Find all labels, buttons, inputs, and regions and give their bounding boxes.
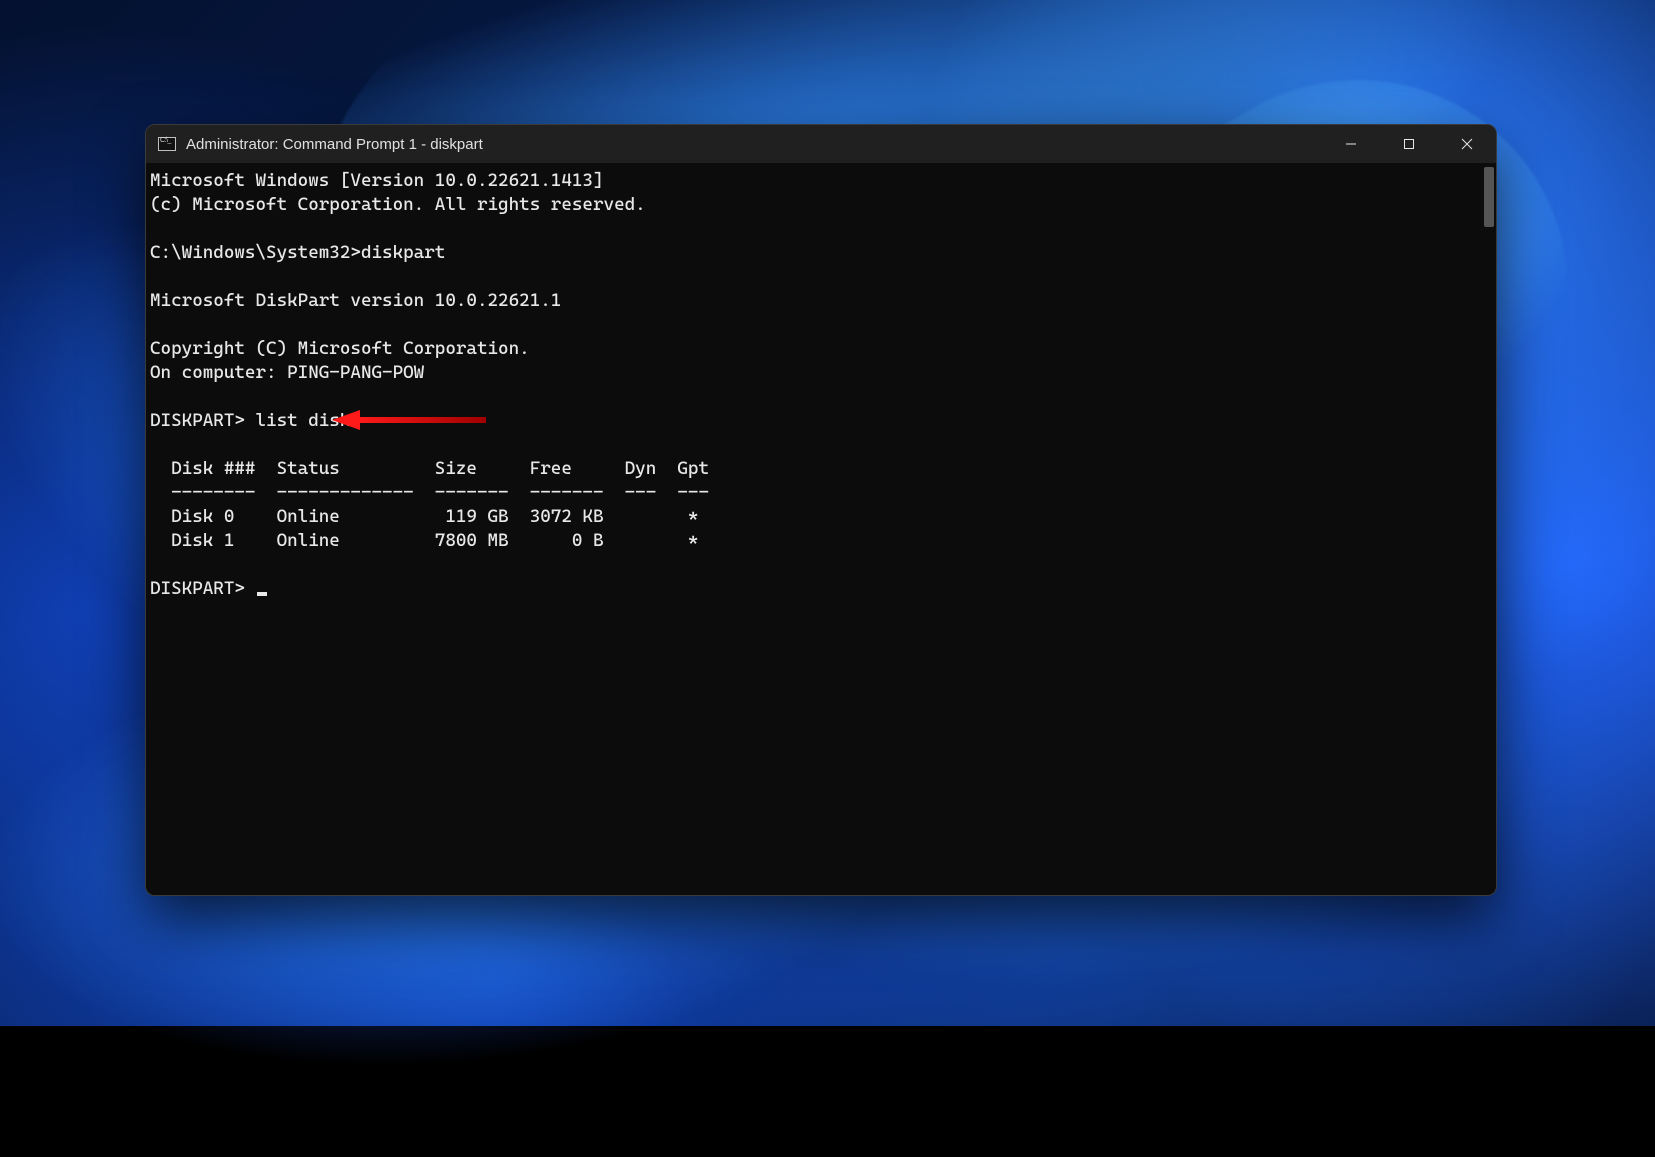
disk-table-divider: -------- ------------- ------- ------- -… <box>150 482 709 503</box>
disk-table-header: Disk ### Status Size Free Dyn Gpt <box>150 458 709 479</box>
terminal-line: Copyright (C) Microsoft Corporation. <box>150 338 530 359</box>
cmd-icon <box>158 137 176 151</box>
terminal-line: (c) Microsoft Corporation. All rights re… <box>150 194 646 215</box>
titlebar[interactable]: Administrator: Command Prompt 1 - diskpa… <box>146 125 1496 163</box>
terminal-line: Microsoft Windows [Version 10.0.22621.14… <box>150 170 604 191</box>
text-cursor <box>257 592 267 596</box>
terminal-output[interactable]: Microsoft Windows [Version 10.0.22621.14… <box>146 163 1496 895</box>
close-icon <box>1461 138 1473 150</box>
diskpart-prompt: DISKPART> <box>150 578 255 599</box>
window-controls <box>1322 125 1496 163</box>
scrollbar-thumb[interactable] <box>1484 167 1494 227</box>
disk-table-row: Disk 0 Online 119 GB 3072 KB * <box>150 506 698 527</box>
diskpart-list-disk-command: DISKPART> list disk <box>150 410 350 431</box>
terminal-line: On computer: PING-PANG-POW <box>150 362 424 383</box>
annotation-arrow-icon <box>332 407 492 433</box>
close-button[interactable] <box>1438 125 1496 163</box>
minimize-button[interactable] <box>1322 125 1380 163</box>
command-prompt-window: Administrator: Command Prompt 1 - diskpa… <box>145 124 1497 896</box>
minimize-icon <box>1345 138 1357 150</box>
terminal-line: C:\Windows\System32>diskpart <box>150 242 445 263</box>
window-title: Administrator: Command Prompt 1 - diskpa… <box>186 136 483 153</box>
maximize-icon <box>1403 138 1415 150</box>
maximize-button[interactable] <box>1380 125 1438 163</box>
terminal-line: Microsoft DiskPart version 10.0.22621.1 <box>150 290 561 311</box>
disk-table-row: Disk 1 Online 7800 MB 0 B * <box>150 530 698 551</box>
